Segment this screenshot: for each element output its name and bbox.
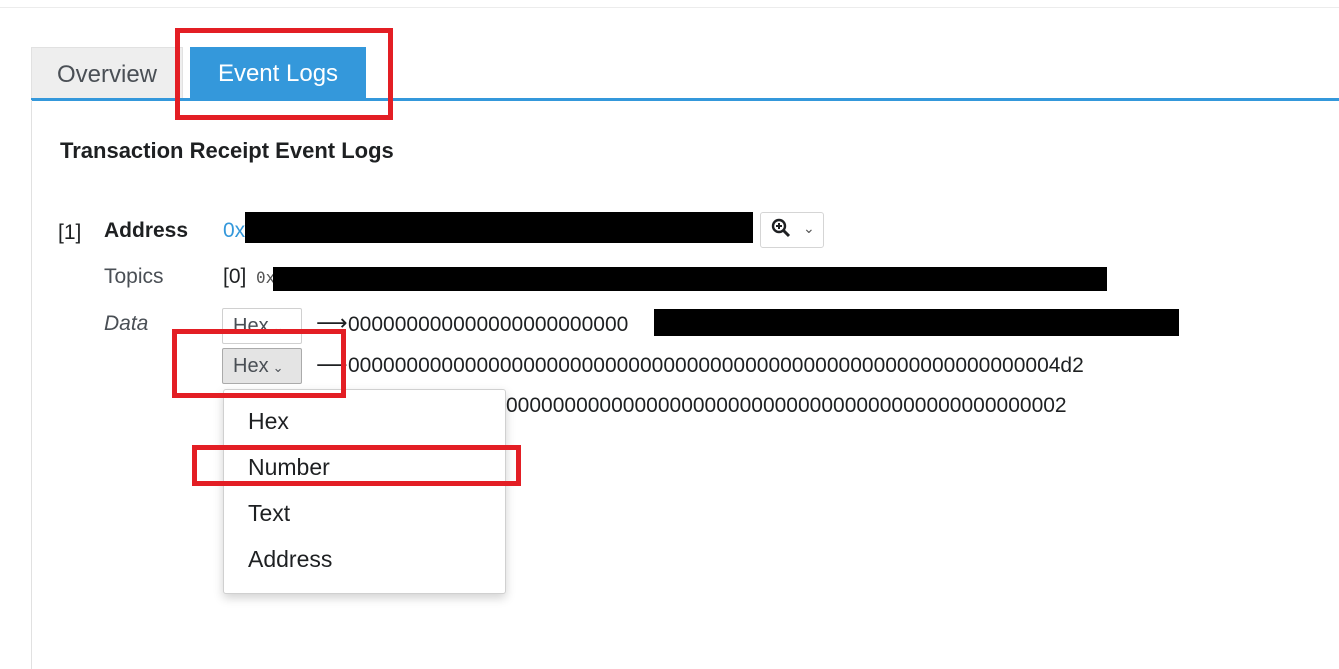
address-link[interactable]: 0x (223, 219, 245, 243)
data-label: Data (104, 312, 149, 335)
dropdown-option-hex[interactable]: Hex (248, 408, 289, 435)
format-dropdown-menu: Hex Number Text Address (223, 389, 506, 594)
data-value-3: 0000000000000000000000000000000000000000… (506, 394, 1067, 417)
log-index: [1] (58, 221, 82, 244)
address-label: Address (104, 219, 189, 242)
section-title: Transaction Receipt Event Logs (60, 138, 394, 163)
highlight-box-select (172, 329, 346, 398)
dropdown-option-text[interactable]: Text (248, 500, 290, 527)
data-redaction (654, 309, 1179, 336)
topics-label: Topics (104, 265, 164, 288)
topic-redaction (273, 267, 1107, 291)
data-value-2: 0000000000000000000000000000000000000000… (348, 354, 1084, 377)
chevron-down-icon: ⌄ (803, 220, 815, 236)
highlight-box-tab (175, 28, 393, 120)
topic-index: [0] (223, 265, 247, 288)
data-value-1: 000000000000000000000000 (348, 313, 629, 336)
zoom-in-icon (771, 218, 791, 244)
address-redaction (245, 212, 753, 243)
address-lookup-button[interactable]: ⌄ (760, 212, 824, 248)
highlight-box-number-option (192, 445, 521, 486)
panel-border (31, 100, 32, 669)
tab-overview[interactable]: Overview (31, 47, 183, 100)
top-divider (0, 7, 1339, 8)
dropdown-option-address[interactable]: Address (248, 546, 332, 573)
